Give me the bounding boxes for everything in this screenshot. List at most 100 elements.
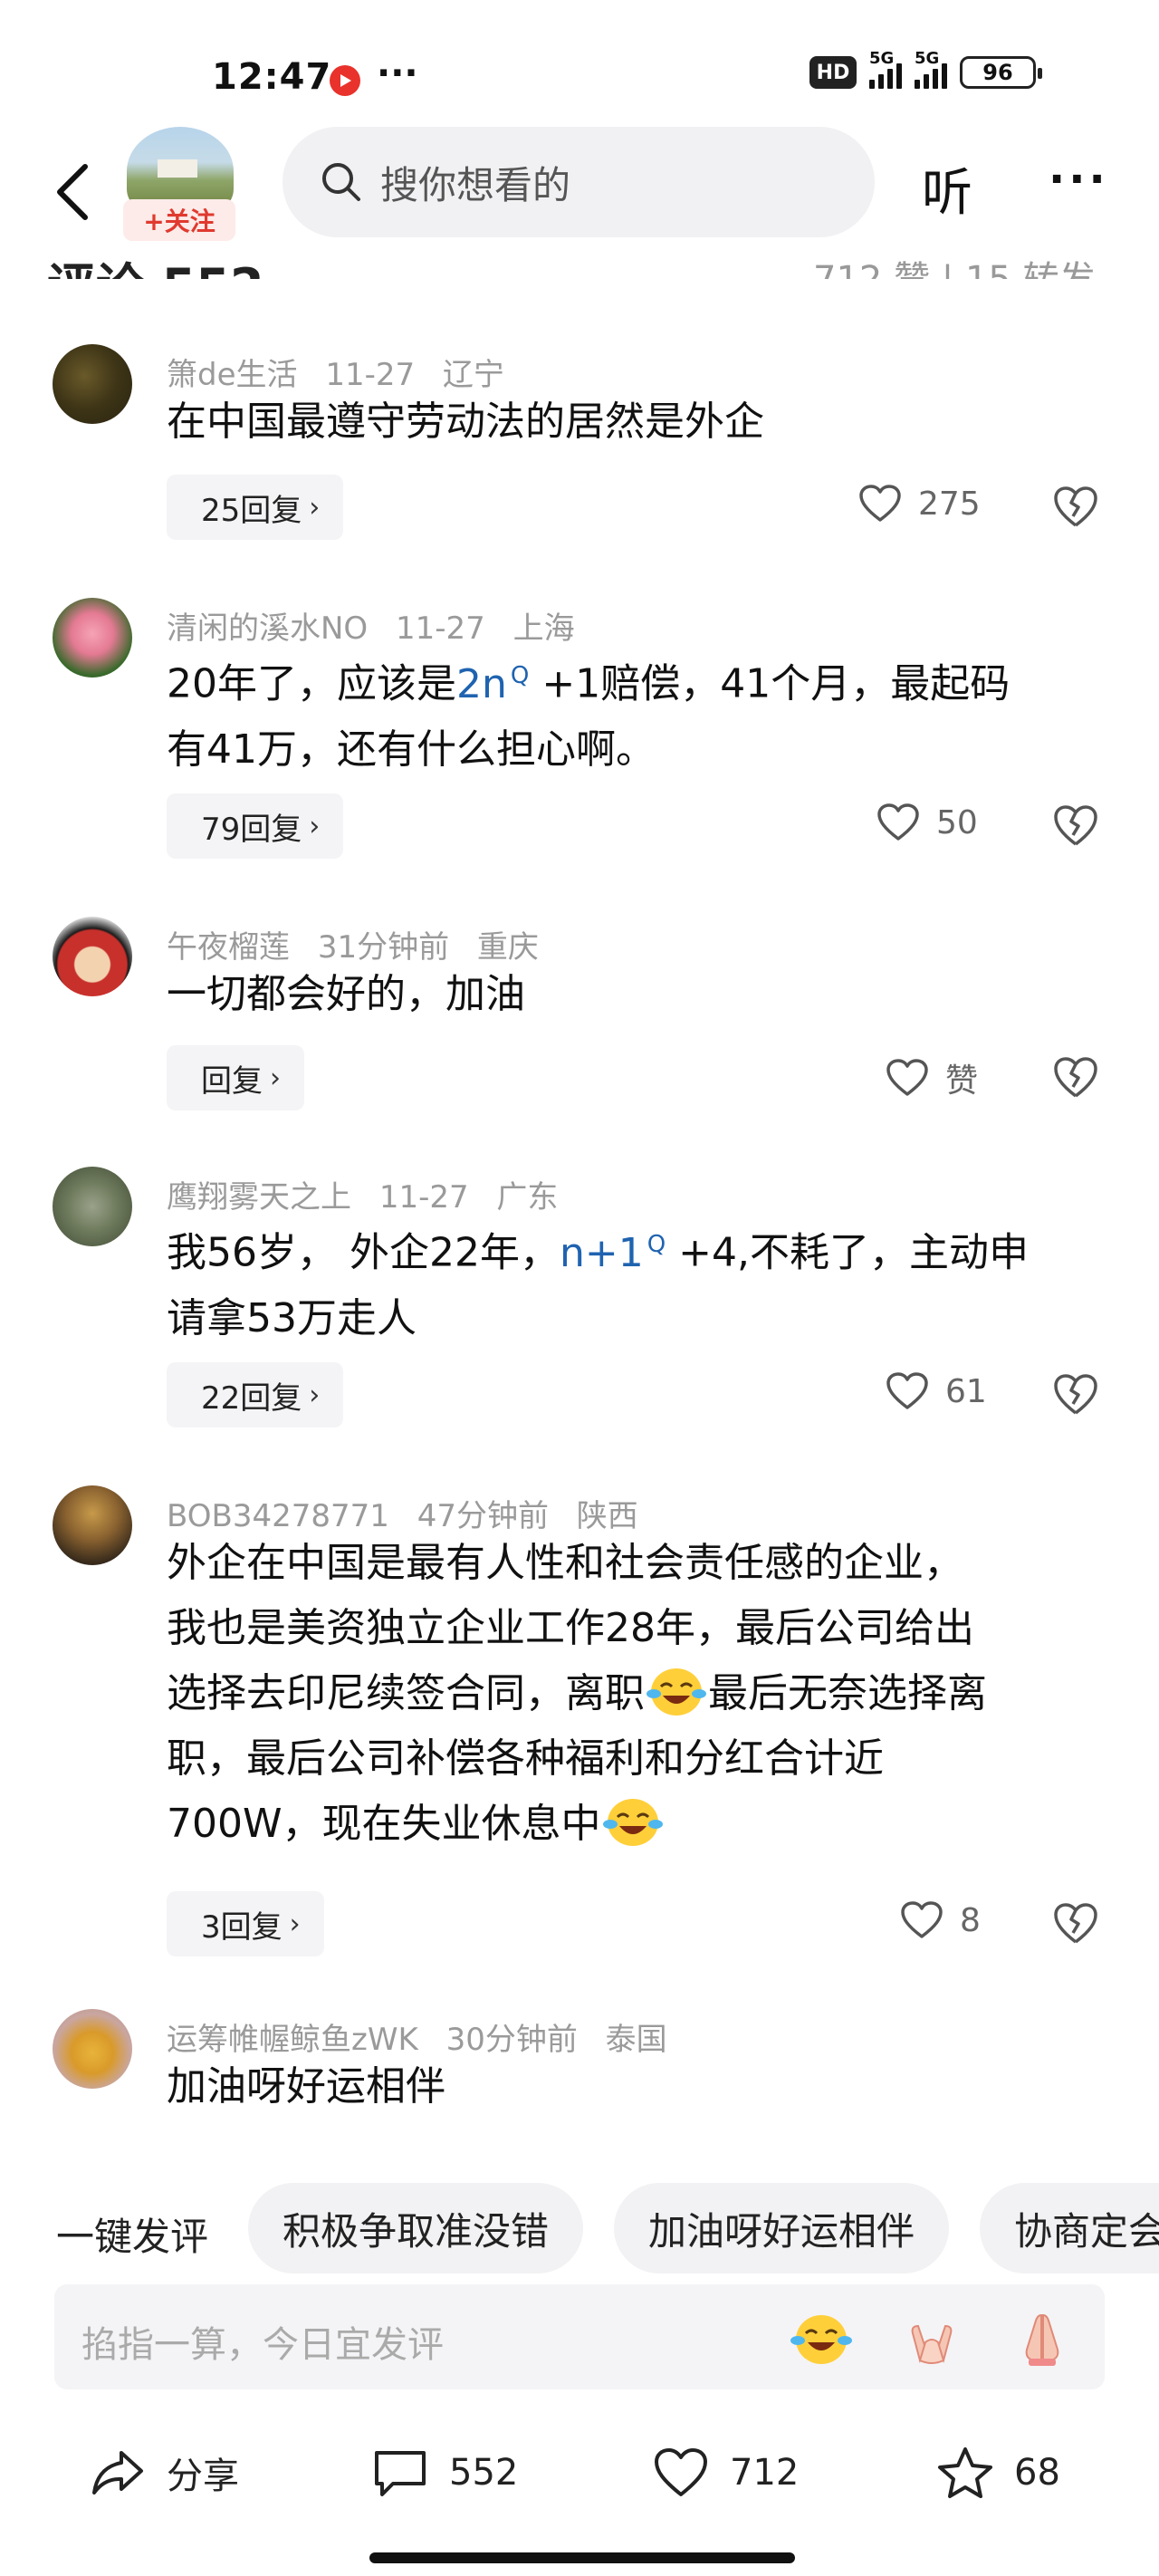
like-count: 712 [730,2452,800,2494]
reply-button[interactable]: 25回复 › [167,475,344,540]
reply-button[interactable]: 79回复 › [167,793,344,859]
heart-icon [877,803,919,841]
quick-reply-chip[interactable]: 协商定会 [980,2183,1159,2273]
comment-button[interactable]: 552 [371,2446,518,2500]
like-button[interactable]: 赞 [886,1054,978,1101]
battery-icon: 96 [960,56,1042,89]
like-button[interactable]: 50 [876,803,978,842]
heart-icon [886,1059,928,1096]
comment-username[interactable]: 运筹帷幄鲸鱼zWK [167,2022,418,2058]
comment-location: 泰国 [605,2022,667,2058]
favorite-button[interactable]: 68 [936,2446,1060,2500]
more-options-button[interactable]: ··· [1049,154,1109,205]
comment-username[interactable]: 鹰翔雾天之上 [167,1179,351,1216]
broken-heart-icon[interactable] [1052,804,1099,848]
user-avatar[interactable] [53,598,132,678]
user-avatar[interactable] [53,1167,132,1246]
comment-meta: 清闲的溪水NO 11-27 上海 [167,603,593,648]
comment-username[interactable]: 午夜榴莲 [167,929,290,966]
comment-meta: 午夜榴莲 31分钟前 重庆 [167,922,557,966]
comment-location: 陕西 [576,1498,638,1534]
chevron-right-icon: › [270,1062,281,1094]
quick-reply-chip[interactable]: 积极争取准没错 [248,2183,584,2273]
comment-location: 重庆 [476,929,539,966]
status-icons: HD 5G 5G 96 [809,49,1042,89]
comment-location: 广东 [496,1179,559,1216]
comment-meta: 箫de生活 11-27 辽宁 [167,350,522,394]
action-bar: 分享 552 712 68 [0,2427,1159,2536]
top-nav: +关注 搜你想看的 听 ··· [0,127,1159,254]
laughing-crying-emoji-icon [647,1668,706,1716]
comment-username[interactable]: 清闲的溪水NO [167,610,368,647]
comment-text: 在中国最遵守劳动法的居然是外企 [167,399,764,445]
user-avatar[interactable] [53,2009,132,2089]
heart-icon [655,2448,707,2496]
chevron-right-icon: › [289,1908,301,1940]
status-bar: 12:47 ··· HD 5G 5G 96 [0,0,1159,136]
like-button[interactable]: 8 [900,1900,981,1940]
comment-meta: 运筹帷幄鲸鱼zWK 30分钟前 泰国 [167,2014,685,2059]
comment-text: 20年了，应该是2n Q +1赔偿，41个月，最起码 有41万，还有什么担心啊。 [167,660,1011,773]
user-avatar[interactable] [53,917,132,996]
heart-icon [886,1372,928,1409]
broken-heart-icon[interactable] [1052,1373,1099,1417]
like-label: 赞 [945,1062,979,1100]
search-icon [322,163,360,201]
share-label: 分享 [167,2456,239,2497]
comment-time: 11-27 [378,1179,469,1216]
comment-time: 30分钟前 [445,2022,578,2058]
broken-heart-icon[interactable] [1052,1902,1099,1946]
comment-time: 31分钟前 [317,929,450,966]
quick-reply-lead: 一键发评 [56,2215,209,2259]
broken-heart-icon[interactable] [1052,485,1099,529]
praying-hands-emoji-icon[interactable] [1011,2306,1074,2369]
like-button[interactable]: 61 [886,1371,987,1411]
comment-text: 外企在中国是最有人性和社会责任感的企业， 我也是美资独立企业工作28年，最后公司… [167,1540,987,1847]
search-link[interactable]: n+1 Q [560,1230,666,1276]
comment-time: 11-27 [325,357,416,393]
like-post-button[interactable]: 712 [652,2446,799,2500]
comment-time: 47分钟前 [417,1498,549,1534]
heart-icon [901,1901,943,1938]
follow-button[interactable]: +关注 [123,199,235,241]
search-input[interactable]: 搜你想看的 [283,127,875,237]
comment-username[interactable]: 箫de生活 [167,357,298,393]
comment-text: 加油呀好运相伴 [167,2063,445,2110]
broken-heart-icon[interactable] [1052,1056,1099,1100]
laughing-crying-emoji-icon [602,1799,663,1846]
home-indicator[interactable] [369,2552,795,2563]
listen-button[interactable]: 听 [922,152,972,226]
comment-icon [375,2451,426,2496]
comment-meta: 鹰翔雾天之上 11-27 广东 [167,1172,576,1216]
back-arrow-icon[interactable] [49,159,96,225]
bottom-panel: 一键发评 积极争取准没错 加油呀好运相伴 协商定会 掐指一算，今日宜发评 分享 … [0,2156,1159,2576]
share-icon [92,2451,143,2494]
laughing-crying-emoji-icon[interactable] [790,2306,853,2369]
comment-username[interactable]: BOB34278771 [167,1498,389,1534]
quick-reply-chip[interactable]: 加油呀好运相伴 [614,2183,950,2273]
comment-location: 辽宁 [442,357,504,393]
comment-placeholder: 掐指一算，今日宜发评 [81,2324,444,2366]
comment-time: 11-27 [396,610,485,647]
comment-location: 上海 [512,610,575,647]
reply-button[interactable]: 回复 › [167,1045,304,1110]
like-count: 50 [936,803,978,841]
clapping-hands-emoji-icon[interactable] [900,2306,963,2369]
chevron-right-icon: › [309,1379,321,1411]
user-avatar[interactable] [53,1485,132,1565]
like-count: 275 [918,485,981,523]
search-link[interactable]: 2n Q [456,661,529,707]
reply-button[interactable]: 3回复 › [167,1891,324,1956]
chevron-right-icon: › [309,810,321,842]
comment-count: 552 [449,2452,519,2494]
reply-button[interactable]: 22回复 › [167,1362,344,1427]
chevron-right-icon: › [309,491,321,524]
share-button[interactable]: 分享 [89,2446,239,2500]
signal-icon: 5G [869,49,902,89]
user-avatar[interactable] [53,344,132,424]
search-link-icon: Q [647,1231,666,1258]
comment-meta: BOB34278771 47分钟前 陕西 [167,1491,656,1535]
like-button[interactable]: 275 [858,484,981,524]
status-time: 12:47 [212,56,332,98]
comment-input[interactable]: 掐指一算，今日宜发评 [54,2284,1105,2389]
